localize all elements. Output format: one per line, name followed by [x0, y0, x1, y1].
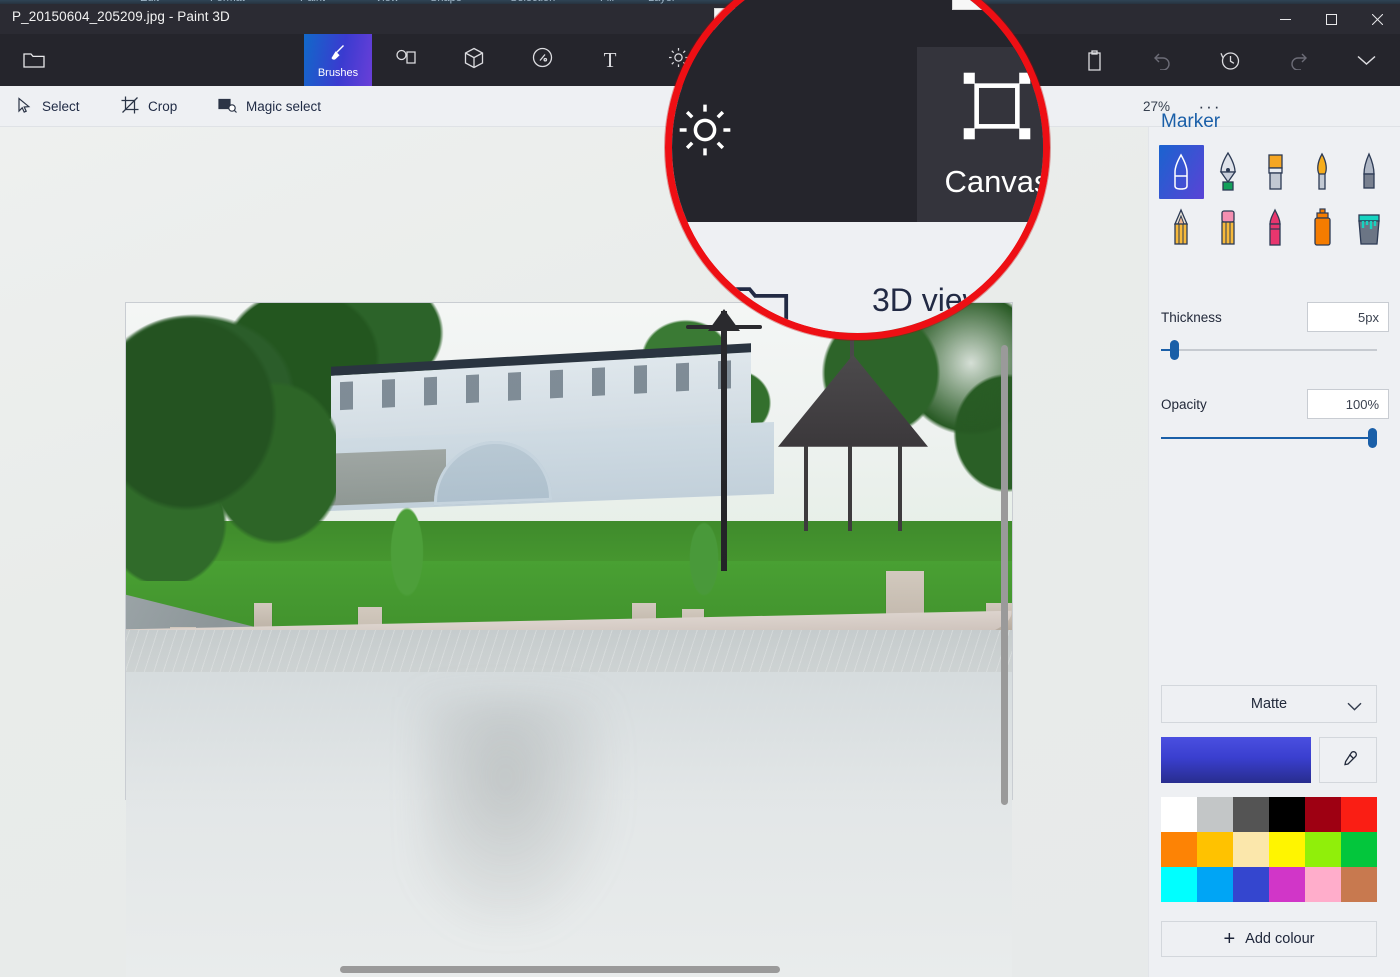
plus-icon: +	[1223, 928, 1236, 950]
chevron-down-icon[interactable]	[1332, 34, 1400, 86]
redo-icon[interactable]	[1264, 34, 1332, 86]
sticker-icon	[532, 47, 553, 73]
colour-swatch[interactable]	[1161, 867, 1197, 902]
opacity-input[interactable]: 100%	[1307, 389, 1389, 419]
brush-icon	[326, 41, 350, 65]
colour-swatch[interactable]	[1197, 832, 1233, 867]
colour-swatch[interactable]	[1269, 797, 1305, 832]
add-colour-button[interactable]: + Add colour	[1161, 921, 1377, 957]
brush-marker[interactable]	[1159, 145, 1204, 199]
opacity-slider[interactable]	[1161, 428, 1377, 448]
ribbon-tool-stickers[interactable]	[508, 34, 576, 86]
colour-swatch[interactable]	[1161, 832, 1197, 867]
select-tool-button[interactable]: Select	[10, 86, 86, 127]
select-tool-label: Select	[42, 99, 80, 114]
close-button[interactable]	[1354, 4, 1400, 34]
ribbon-tool-3d-shapes[interactable]	[440, 34, 508, 86]
window-title: P_20150604_205209.jpg - Paint 3D	[12, 9, 230, 24]
colour-swatch[interactable]	[1341, 797, 1377, 832]
colour-swatch[interactable]	[1269, 867, 1305, 902]
colour-row	[1161, 737, 1377, 783]
thickness-row: Thickness 5px	[1161, 302, 1389, 332]
eyedropper-icon[interactable]	[1319, 737, 1377, 783]
brush-eraser[interactable]	[1206, 201, 1251, 255]
magic-select-icon	[218, 97, 237, 117]
undo-icon[interactable]	[1128, 34, 1196, 86]
colour-swatch[interactable]	[1233, 832, 1269, 867]
colour-swatch[interactable]	[1341, 867, 1377, 902]
ribbon-right-tools	[1060, 34, 1400, 86]
ribbon-tool-label: Brushes	[317, 67, 359, 79]
magic-select-button[interactable]: Magic select	[212, 86, 327, 127]
colour-palette	[1161, 797, 1377, 902]
colour-swatch[interactable]	[1197, 797, 1233, 832]
minimize-button[interactable]	[1262, 4, 1308, 34]
brush-crayon[interactable]	[1253, 201, 1298, 255]
opacity-row: Opacity 100%	[1161, 389, 1389, 419]
colour-swatch[interactable]	[1305, 867, 1341, 902]
colour-swatch[interactable]	[1305, 832, 1341, 867]
magnified-tooltip: Canvas	[952, 0, 1043, 10]
colour-swatch[interactable]	[1161, 797, 1197, 832]
colour-swatch[interactable]	[1341, 832, 1377, 867]
brush-watercolour[interactable]	[1299, 145, 1344, 199]
ribbon-tool-brushes[interactable]: Brushes	[304, 34, 372, 86]
magnified-canvas-label: Canvas	[944, 164, 1050, 199]
ribbon-tool-text[interactable]: T	[576, 34, 644, 86]
magnifier-circle: Canvas Canvas 3D view	[665, 0, 1050, 340]
brush-spray-can[interactable]	[1299, 201, 1344, 255]
menu-folder-button[interactable]	[0, 34, 68, 86]
cube-icon	[464, 47, 484, 74]
thickness-label: Thickness	[1161, 309, 1222, 325]
colour-swatch[interactable]	[1197, 867, 1233, 902]
paste-icon[interactable]	[1060, 34, 1128, 86]
colour-swatch[interactable]	[1233, 867, 1269, 902]
canvas-vertical-scrollbar[interactable]	[1001, 345, 1008, 805]
colour-swatch[interactable]	[1305, 797, 1341, 832]
ribbon-tool-2d-shapes[interactable]	[372, 34, 440, 86]
brush-grid	[1159, 145, 1391, 255]
panel-title: Marker	[1161, 111, 1221, 132]
crop-tool-button[interactable]: Crop	[115, 86, 183, 127]
magnified-folder-icon[interactable]	[727, 280, 789, 333]
add-colour-label: Add colour	[1245, 931, 1315, 947]
magnified-canvas-button[interactable]: Canvas	[917, 47, 1050, 222]
cursor-arrow-icon	[16, 96, 33, 117]
brush-oil[interactable]	[1253, 145, 1298, 199]
current-colour-swatch[interactable]	[1161, 737, 1311, 783]
brush-calligraphy-pen[interactable]	[1206, 145, 1251, 199]
material-dropdown[interactable]: Matte	[1161, 685, 1377, 723]
material-value: Matte	[1250, 696, 1288, 712]
magnifier-content: Canvas Canvas 3D view	[672, 0, 1050, 333]
window-controls	[1262, 4, 1400, 34]
opacity-label: Opacity	[1161, 396, 1207, 412]
crop-tool-label: Crop	[148, 99, 178, 114]
colour-swatch[interactable]	[1269, 832, 1305, 867]
crop-icon	[121, 96, 139, 117]
maximize-button[interactable]	[1308, 4, 1354, 34]
shapes-2d-icon	[395, 48, 417, 73]
blurred-shape	[420, 697, 610, 927]
text-icon: T	[603, 47, 617, 72]
chevron-down-icon	[1347, 699, 1362, 715]
brush-pixel-pen[interactable]	[1346, 145, 1391, 199]
history-icon[interactable]	[1196, 34, 1264, 86]
colour-swatch[interactable]	[1233, 797, 1269, 832]
magnified-canvas-frame-icon	[960, 69, 1034, 148]
magnified-effects-sun-icon[interactable]	[677, 102, 733, 163]
brush-fill-bucket[interactable]	[1346, 201, 1391, 255]
thickness-slider[interactable]	[1161, 340, 1377, 360]
thickness-input[interactable]: 5px	[1307, 302, 1389, 332]
magic-select-label: Magic select	[246, 99, 322, 114]
tool-properties-panel: Marker Thickness 5px Opacity 100% Matte …	[1148, 111, 1400, 977]
paint3d-window: Edit Format Paint View Shape Selection F…	[0, 0, 1400, 977]
magnified-3d-view-label[interactable]: 3D view	[872, 282, 986, 319]
brush-pencil[interactable]	[1159, 201, 1204, 255]
canvas-horizontal-scrollbar[interactable]	[340, 966, 780, 973]
